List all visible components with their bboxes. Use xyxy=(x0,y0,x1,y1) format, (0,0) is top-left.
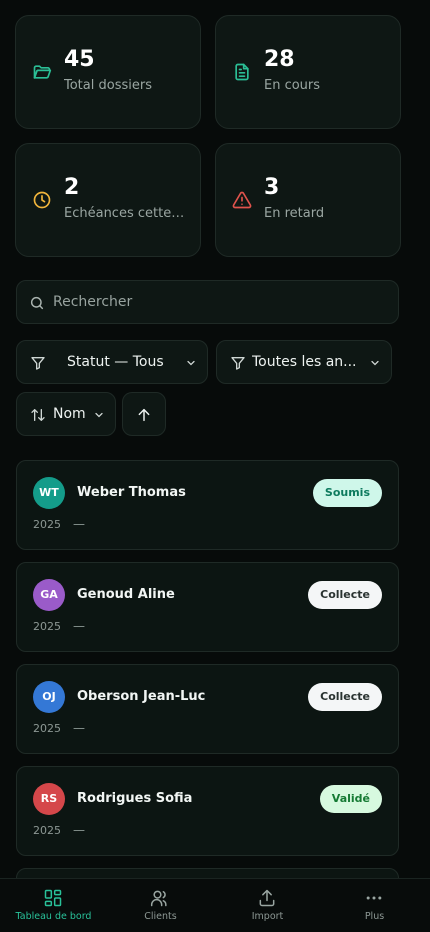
chevron-down-icon xyxy=(187,360,195,366)
tab-label: Plus xyxy=(364,911,385,922)
clock-icon xyxy=(33,191,51,209)
tab-import[interactable]: Import xyxy=(214,879,321,932)
sort-icon xyxy=(31,409,45,421)
tab-label: Import xyxy=(251,911,284,922)
client-card[interactable]: RS Rodrigues Sofia Validé 2025 — xyxy=(16,766,399,856)
client-name: Rodrigues Sofia xyxy=(77,791,193,806)
year-filter-select[interactable]: Toutes les an... xyxy=(216,340,392,384)
document-icon xyxy=(235,63,249,81)
tab-clients[interactable]: Clients xyxy=(107,879,214,932)
status-badge: Soumis xyxy=(312,479,382,507)
tab-label: Clients xyxy=(144,911,177,922)
bottom-tab-bar: Tableau de bord Clients Import Plus xyxy=(0,878,430,932)
client-year: 2025 xyxy=(33,518,61,531)
search-icon xyxy=(30,296,44,310)
client-detail: — xyxy=(73,823,85,837)
status-badge: Collecte xyxy=(308,581,382,609)
avatar: WT xyxy=(33,477,65,509)
chevron-down-icon xyxy=(371,360,379,366)
stat-label: Échéances cette s... xyxy=(64,206,188,221)
avatar: OJ xyxy=(33,681,65,713)
warning-icon xyxy=(232,191,252,209)
client-card[interactable]: GA Genoud Aline Collecte 2025 — xyxy=(16,562,399,652)
stat-value: 45 xyxy=(64,47,95,72)
dashboard-icon xyxy=(44,889,62,907)
client-year: 2025 xyxy=(33,620,61,633)
status-badge: Validé xyxy=(319,785,382,813)
client-name: Genoud Aline xyxy=(77,587,175,602)
upload-icon xyxy=(259,889,275,907)
status-filter-select[interactable]: Statut — Tous xyxy=(16,340,208,384)
client-year: 2025 xyxy=(33,824,61,837)
tab-dashboard[interactable]: Tableau de bord xyxy=(0,879,107,932)
search-input[interactable]: Rechercher xyxy=(16,280,399,324)
client-name: Weber Thomas xyxy=(77,485,186,500)
filter-icon xyxy=(231,357,245,370)
filter-icon xyxy=(31,357,45,370)
stat-label: En cours xyxy=(264,78,321,93)
search-placeholder: Rechercher xyxy=(53,294,133,310)
status-filter-value: Statut — Tous xyxy=(67,354,164,370)
sort-direction-button[interactable] xyxy=(122,392,166,436)
stat-label: Total dossiers xyxy=(64,78,152,93)
client-detail: — xyxy=(73,517,85,531)
status-badge: Collecte xyxy=(308,683,382,711)
avatar: GA xyxy=(33,579,65,611)
client-card[interactable]: OJ Oberson Jean-Luc Collecte 2025 — xyxy=(16,664,399,754)
stat-card-echeances[interactable]: 2 Échéances cette s... xyxy=(15,143,201,257)
chevron-down-icon xyxy=(95,412,103,418)
folder-icon xyxy=(33,65,52,79)
sort-field-select[interactable]: Nom xyxy=(16,392,116,436)
tab-more[interactable]: Plus xyxy=(321,879,428,932)
more-icon xyxy=(366,896,382,900)
arrow-up-icon xyxy=(138,408,150,422)
client-name: Oberson Jean-Luc xyxy=(77,689,206,704)
stat-value: 3 xyxy=(264,175,280,200)
client-year: 2025 xyxy=(33,722,61,735)
stat-value: 28 xyxy=(264,47,295,72)
sort-field-value: Nom xyxy=(53,406,86,422)
stat-card-en-cours[interactable]: 28 En cours xyxy=(215,15,401,129)
year-filter-value: Toutes les an... xyxy=(252,354,357,370)
stat-value: 2 xyxy=(64,175,80,200)
client-card[interactable]: WT Weber Thomas Soumis 2025 — xyxy=(16,460,399,550)
stat-label: En retard xyxy=(264,206,325,221)
client-detail: — xyxy=(73,721,85,735)
stat-card-en-retard[interactable]: 3 En retard xyxy=(215,143,401,257)
users-icon xyxy=(150,890,167,907)
stat-card-total-dossiers[interactable]: 45 Total dossiers xyxy=(15,15,201,129)
avatar: RS xyxy=(33,783,65,815)
tab-label: Tableau de bord xyxy=(15,911,92,922)
client-detail: — xyxy=(73,619,85,633)
